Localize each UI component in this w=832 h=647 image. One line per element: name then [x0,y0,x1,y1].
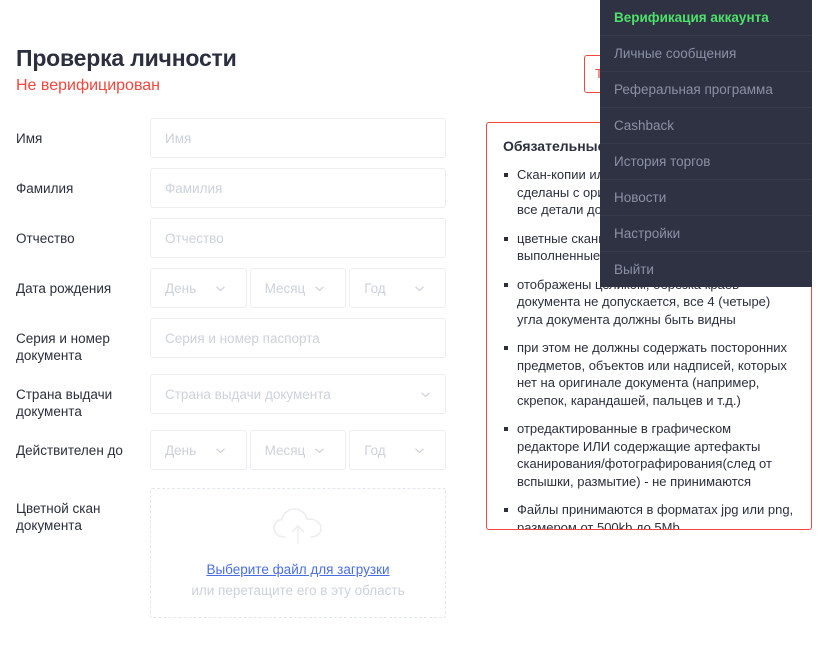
label-document-number: Серия и номер документа [16,331,110,363]
menu-item-cashback[interactable]: Cashback [600,107,812,143]
label-valid-until: Действителен до [16,443,123,458]
birth-day-select[interactable]: День [150,268,247,308]
birth-year-select[interactable]: Год [349,268,446,308]
label-middle-name: Отчество [16,231,75,246]
menu-item-trade-history[interactable]: История торгов [600,143,812,179]
middle-name-input[interactable] [150,218,446,258]
chevron-down-icon [420,389,431,400]
form-row-issuing-country: Страна выдачи документа Страна выдачи до… [0,374,470,420]
menu-item-private-messages[interactable]: Личные сообщения [600,35,812,71]
valid-until-year-value: Год [364,442,386,458]
birth-month-select[interactable]: Месяц [249,268,347,308]
issuing-country-select[interactable]: Страна выдачи документа [150,374,446,414]
birth-month-value: Месяц [264,280,306,296]
form-row-middle-name: Отчество [0,218,470,258]
requirement-item: отредактированные в графическом редактор… [503,420,795,490]
form-row-first-name: Имя [0,118,470,158]
last-name-input[interactable] [150,168,446,208]
issuing-country-value: Страна выдачи документа [165,386,331,402]
valid-until-month-select[interactable]: Месяц [249,430,347,470]
file-dropzone[interactable]: Выберите файл для загрузки или перетащит… [150,488,446,618]
requirement-item: при этом не должны содержать посторонних… [503,339,795,409]
identity-verification-form: Имя Фамилия Отчество Дата рождения День [0,118,470,628]
chevron-down-icon [314,445,325,456]
valid-until-day-value: День [165,442,197,458]
label-issuing-country: Страна выдачи документа [16,387,113,419]
menu-item-settings[interactable]: Настройки [600,215,812,251]
cloud-upload-icon [271,506,325,546]
chevron-down-icon [414,445,425,456]
chevron-down-icon [314,283,325,294]
birth-year-value: Год [364,280,386,296]
valid-until-year-select[interactable]: Год [349,430,446,470]
label-document-scan: Цветной скан документа [16,501,101,533]
valid-until-day-select[interactable]: День [150,430,247,470]
valid-until-month-value: Месяц [264,442,306,458]
form-row-last-name: Фамилия [0,168,470,208]
label-first-name: Имя [16,131,43,146]
page-header: Проверка личности Не верифицирован [16,44,237,97]
account-dropdown-menu: Верификация аккаунта Личные сообщения Ре… [600,0,812,287]
form-row-document-scan: Цветной скан документа Выберите файл для… [0,488,470,618]
form-row-birth-date: Дата рождения День Месяц Год [0,268,470,308]
choose-file-link[interactable]: Выберите файл для загрузки [206,560,389,579]
menu-item-news[interactable]: Новости [600,179,812,215]
chevron-down-icon [215,445,226,456]
menu-item-logout[interactable]: Выйти [600,251,812,287]
form-row-valid-until: Действителен до День Месяц Год [0,430,470,470]
page-title: Проверка личности [16,45,237,71]
verification-status-text: Не верифицирован [16,77,161,94]
form-row-document-number: Серия и номер документа [0,318,470,364]
drag-drop-hint: или перетащите его в эту область [191,583,405,598]
document-number-input[interactable] [150,318,446,358]
first-name-input[interactable] [150,118,446,158]
chevron-down-icon [414,283,425,294]
birth-day-value: День [165,280,197,296]
menu-item-referral-program[interactable]: Реферальная программа [600,71,812,107]
menu-item-account-verification[interactable]: Верификация аккаунта [600,0,812,35]
requirement-item: Файлы принимаются в форматах jpg или png… [503,501,795,529]
label-birth-date: Дата рождения [16,281,112,296]
label-last-name: Фамилия [16,181,74,196]
chevron-down-icon [215,283,226,294]
